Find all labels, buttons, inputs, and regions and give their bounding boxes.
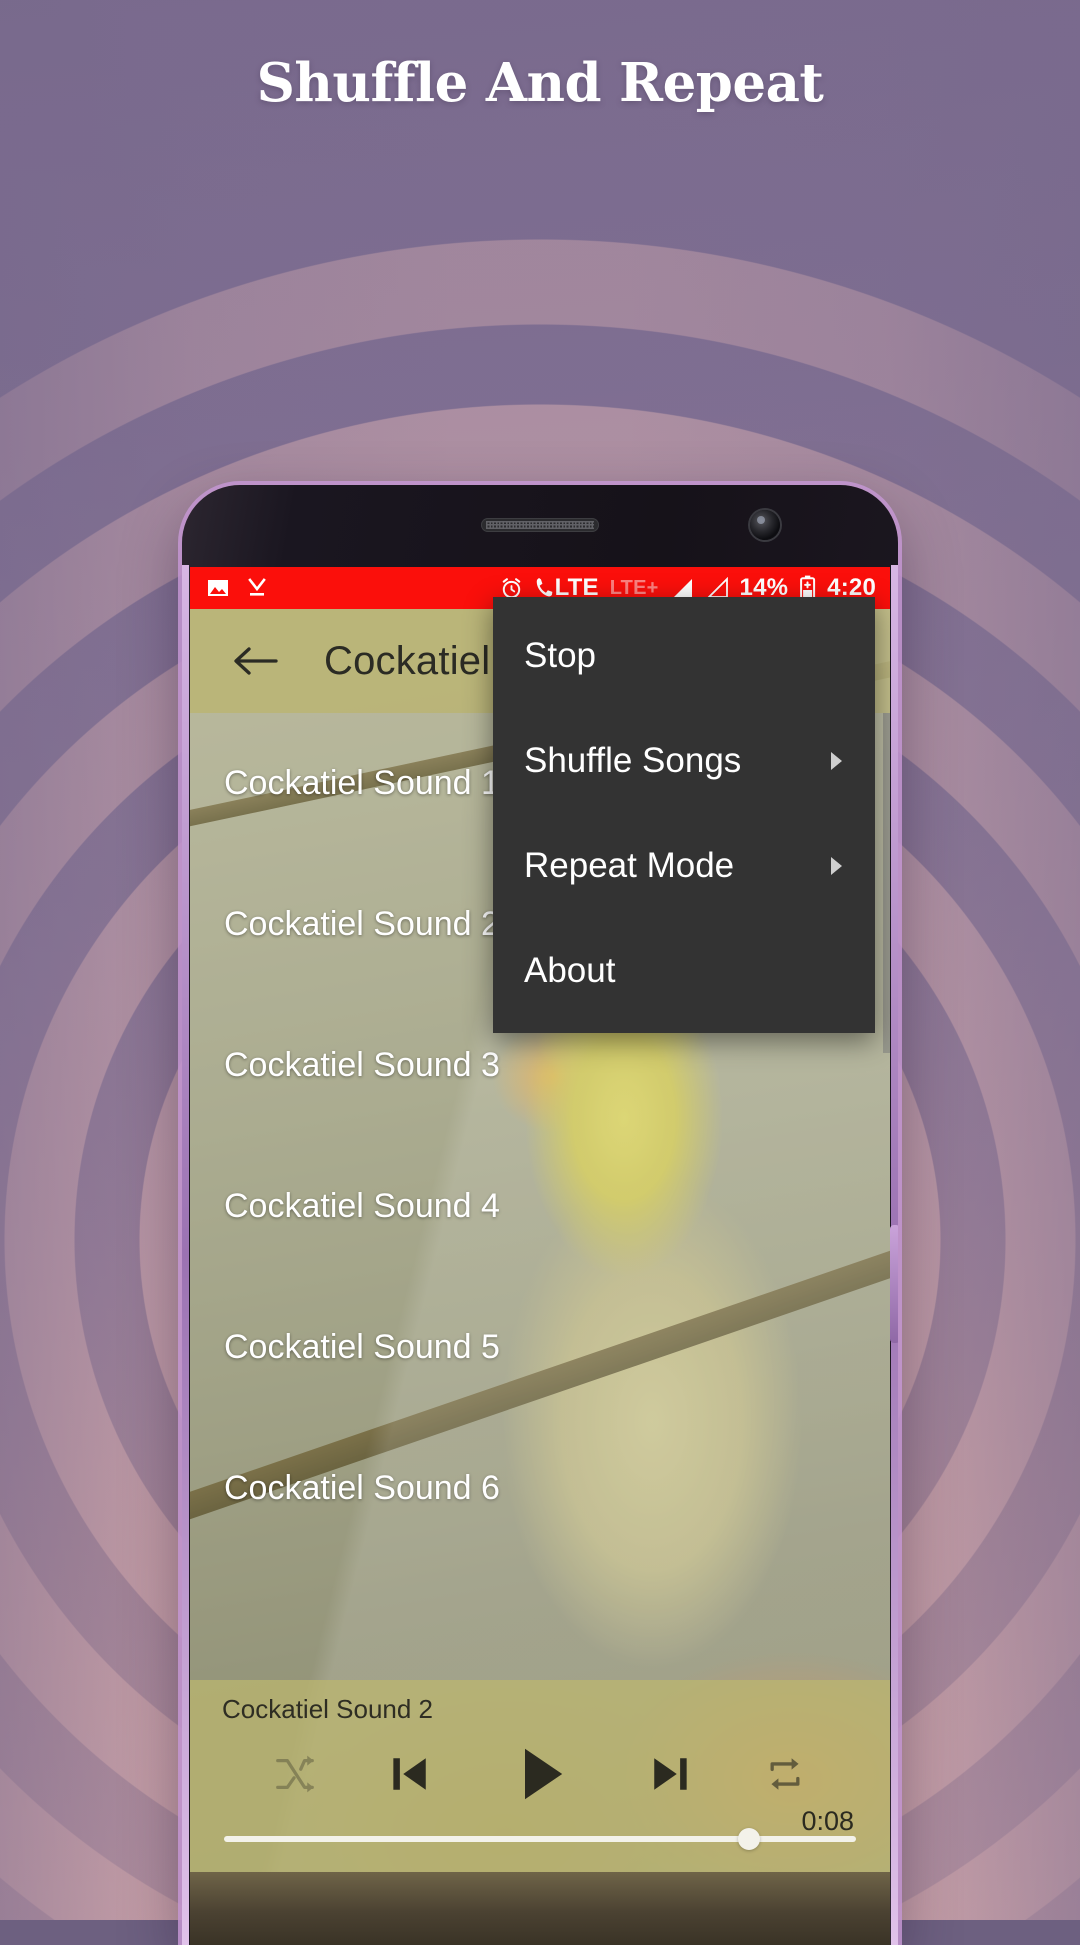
next-button[interactable] bbox=[610, 1747, 730, 1801]
page-title: Shuffle And Repeat bbox=[0, 52, 1080, 114]
menu-item-about[interactable]: About bbox=[493, 918, 875, 1023]
menu-item-stop[interactable]: Stop bbox=[493, 603, 875, 708]
menu-item-label: About bbox=[524, 951, 615, 991]
seek-track bbox=[224, 1836, 856, 1842]
menu-item-label: Repeat Mode bbox=[524, 846, 734, 886]
play-icon bbox=[504, 1738, 576, 1810]
play-button[interactable] bbox=[470, 1738, 610, 1810]
song-label: Cockatiel Sound 5 bbox=[224, 1328, 500, 1367]
song-label: Cockatiel Sound 3 bbox=[224, 1046, 500, 1085]
song-label: Cockatiel Sound 4 bbox=[224, 1187, 500, 1226]
song-label: Cockatiel Sound 2 bbox=[224, 905, 500, 944]
menu-item-label: Shuffle Songs bbox=[524, 741, 741, 781]
list-item[interactable]: Cockatiel Sound 4 bbox=[190, 1136, 890, 1277]
now-playing-label: Cockatiel Sound 2 bbox=[222, 1694, 433, 1725]
list-item[interactable]: Cockatiel Sound 6 bbox=[190, 1418, 890, 1559]
chevron-right-icon bbox=[825, 853, 847, 879]
signal-empty-icon bbox=[705, 577, 729, 599]
list-item[interactable]: Cockatiel Sound 5 bbox=[190, 1277, 890, 1418]
repeat-icon bbox=[761, 1752, 809, 1796]
phone-left-rail bbox=[182, 565, 189, 1945]
toolbar-title: Cockatiel bbox=[324, 639, 490, 684]
player-controls bbox=[190, 1732, 890, 1816]
seek-slider[interactable] bbox=[224, 1828, 856, 1850]
lte-plus-label: LTE+ bbox=[610, 578, 659, 598]
back-button[interactable] bbox=[224, 641, 286, 681]
list-scrollbar[interactable] bbox=[883, 713, 890, 1053]
photo-bottom-strip bbox=[190, 1872, 890, 1945]
seek-thumb[interactable] bbox=[738, 1828, 760, 1850]
previous-button[interactable] bbox=[350, 1747, 470, 1801]
earpiece-speaker-icon bbox=[481, 518, 599, 532]
menu-item-label: Stop bbox=[524, 636, 596, 676]
skip-previous-icon bbox=[383, 1747, 437, 1801]
download-complete-icon bbox=[245, 576, 269, 600]
image-icon bbox=[206, 576, 230, 600]
back-arrow-icon bbox=[232, 641, 278, 681]
signal-bars-icon bbox=[670, 577, 694, 599]
phone-screen: LTE LTE+ 14% 4:20 bbox=[190, 567, 890, 1945]
skip-next-icon bbox=[643, 1747, 697, 1801]
song-label: Cockatiel Sound 6 bbox=[224, 1469, 500, 1508]
song-label: Cockatiel Sound 1 bbox=[224, 764, 500, 803]
menu-item-repeat-mode[interactable]: Repeat Mode bbox=[493, 813, 875, 918]
shuffle-icon bbox=[270, 1751, 320, 1797]
call-icon bbox=[535, 576, 554, 599]
phone-mockup: LTE LTE+ 14% 4:20 bbox=[182, 485, 898, 1945]
shuffle-button[interactable] bbox=[240, 1751, 350, 1797]
player-bar: Cockatiel Sound 2 bbox=[190, 1680, 890, 1872]
overflow-menu[interactable]: Stop Shuffle Songs Repeat Mode About bbox=[493, 597, 875, 1033]
chevron-right-icon bbox=[825, 748, 847, 774]
phone-top-bezel bbox=[182, 485, 898, 567]
menu-item-shuffle-songs[interactable]: Shuffle Songs bbox=[493, 708, 875, 813]
phone-power-button bbox=[890, 1225, 898, 1343]
front-camera-icon bbox=[750, 510, 780, 540]
repeat-button[interactable] bbox=[730, 1752, 840, 1796]
